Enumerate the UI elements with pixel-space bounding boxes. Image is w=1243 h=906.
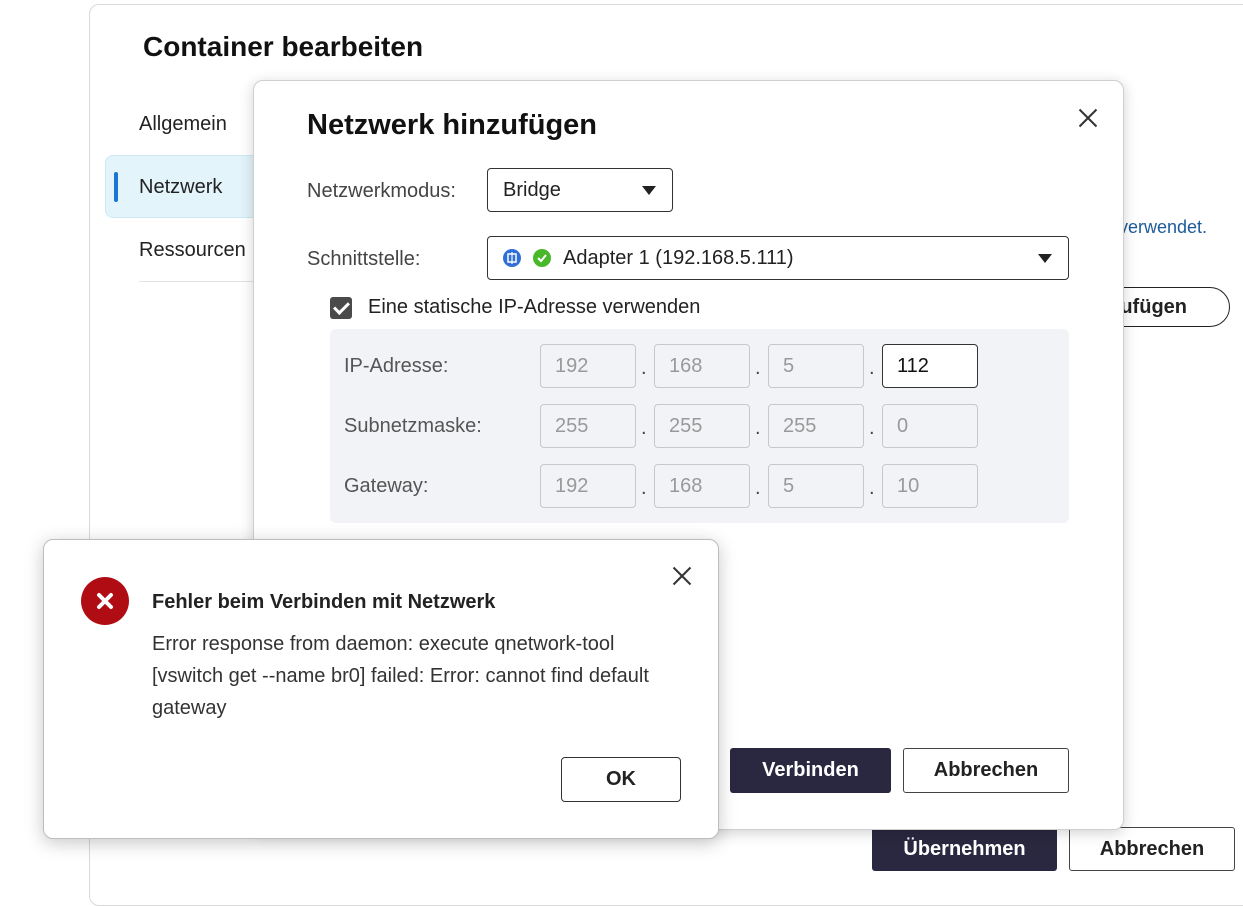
ip-octet-4[interactable]: 112 bbox=[882, 344, 978, 388]
ip-octet-2[interactable]: 168 bbox=[654, 344, 750, 388]
connected-status-icon bbox=[533, 249, 551, 267]
network-mode-label: Netzwerkmodus: bbox=[307, 180, 456, 202]
gateway-octet-1[interactable]: 192 bbox=[540, 464, 636, 508]
connect-button[interactable]: Verbinden bbox=[730, 748, 891, 793]
error-dialog: Fehler beim Verbinden mit Netzwerk Error… bbox=[43, 539, 719, 839]
network-mode-value: Bridge bbox=[503, 178, 561, 201]
close-icon[interactable] bbox=[671, 565, 693, 587]
gateway-label: Gateway: bbox=[344, 475, 429, 497]
octet-separator: . bbox=[869, 417, 875, 439]
close-icon[interactable] bbox=[1077, 107, 1099, 129]
chevron-down-icon bbox=[642, 186, 656, 195]
interface-value: Adapter 1 (192.168.5.111) bbox=[563, 246, 794, 269]
octet-separator: . bbox=[869, 477, 875, 499]
subnet-octet-3[interactable]: 255 bbox=[768, 404, 864, 448]
dialog-title: Container bearbeiten bbox=[143, 31, 424, 62]
subnet-mask-label: Subnetzmaske: bbox=[344, 415, 482, 437]
octet-separator: . bbox=[641, 357, 647, 379]
octet-separator: . bbox=[755, 357, 761, 379]
sidebar-item-allgemein[interactable]: Allgemein bbox=[139, 113, 227, 136]
octet-separator: . bbox=[641, 477, 647, 499]
interface-label: Schnittstelle: bbox=[307, 248, 421, 270]
network-mode-select[interactable]: Bridge bbox=[487, 168, 673, 212]
octet-separator: . bbox=[641, 417, 647, 439]
error-title: Fehler beim Verbinden mit Netzwerk bbox=[152, 591, 496, 613]
subnet-octet-4[interactable]: 0 bbox=[882, 404, 978, 448]
help-link[interactable]: verwendet. bbox=[1119, 217, 1207, 238]
subnet-octet-1[interactable]: 255 bbox=[540, 404, 636, 448]
gateway-octet-4[interactable]: 10 bbox=[882, 464, 978, 508]
outer-cancel-button[interactable]: Abbrechen bbox=[1069, 827, 1235, 871]
interface-select[interactable]: Adapter 1 (192.168.5.111) bbox=[487, 236, 1069, 280]
sidebar-item-netzwerk[interactable]: Netzwerk bbox=[139, 176, 222, 199]
sidebar-divider bbox=[139, 281, 269, 282]
ok-button[interactable]: OK bbox=[561, 757, 681, 802]
ip-octet-1[interactable]: 192 bbox=[540, 344, 636, 388]
static-ip-label: Eine statische IP-Adresse verwenden bbox=[368, 296, 701, 318]
error-message: Error response from daemon: execute qnet… bbox=[152, 633, 649, 719]
network-adapter-icon bbox=[503, 249, 521, 267]
apply-button[interactable]: Übernehmen bbox=[872, 827, 1057, 871]
network-cancel-button[interactable]: Abbrechen bbox=[903, 748, 1069, 793]
dialog-title: Netzwerk hinzufügen bbox=[307, 109, 598, 141]
ip-settings-panel: IP-Adresse: 192 . 168 . 5 . 112 Subnetzm… bbox=[330, 329, 1069, 523]
subnet-octet-2[interactable]: 255 bbox=[654, 404, 750, 448]
octet-separator: . bbox=[869, 357, 875, 379]
octet-separator: . bbox=[755, 417, 761, 439]
ip-octet-3[interactable]: 5 bbox=[768, 344, 864, 388]
chevron-down-icon bbox=[1038, 254, 1052, 263]
gateway-octet-3[interactable]: 5 bbox=[768, 464, 864, 508]
octet-separator: . bbox=[755, 477, 761, 499]
ip-address-label: IP-Adresse: bbox=[344, 355, 449, 377]
sidebar-item-ressourcen[interactable]: Ressourcen bbox=[139, 239, 246, 262]
error-icon bbox=[81, 577, 129, 625]
gateway-octet-2[interactable]: 168 bbox=[654, 464, 750, 508]
active-indicator bbox=[114, 172, 118, 202]
static-ip-checkbox[interactable] bbox=[330, 297, 352, 319]
